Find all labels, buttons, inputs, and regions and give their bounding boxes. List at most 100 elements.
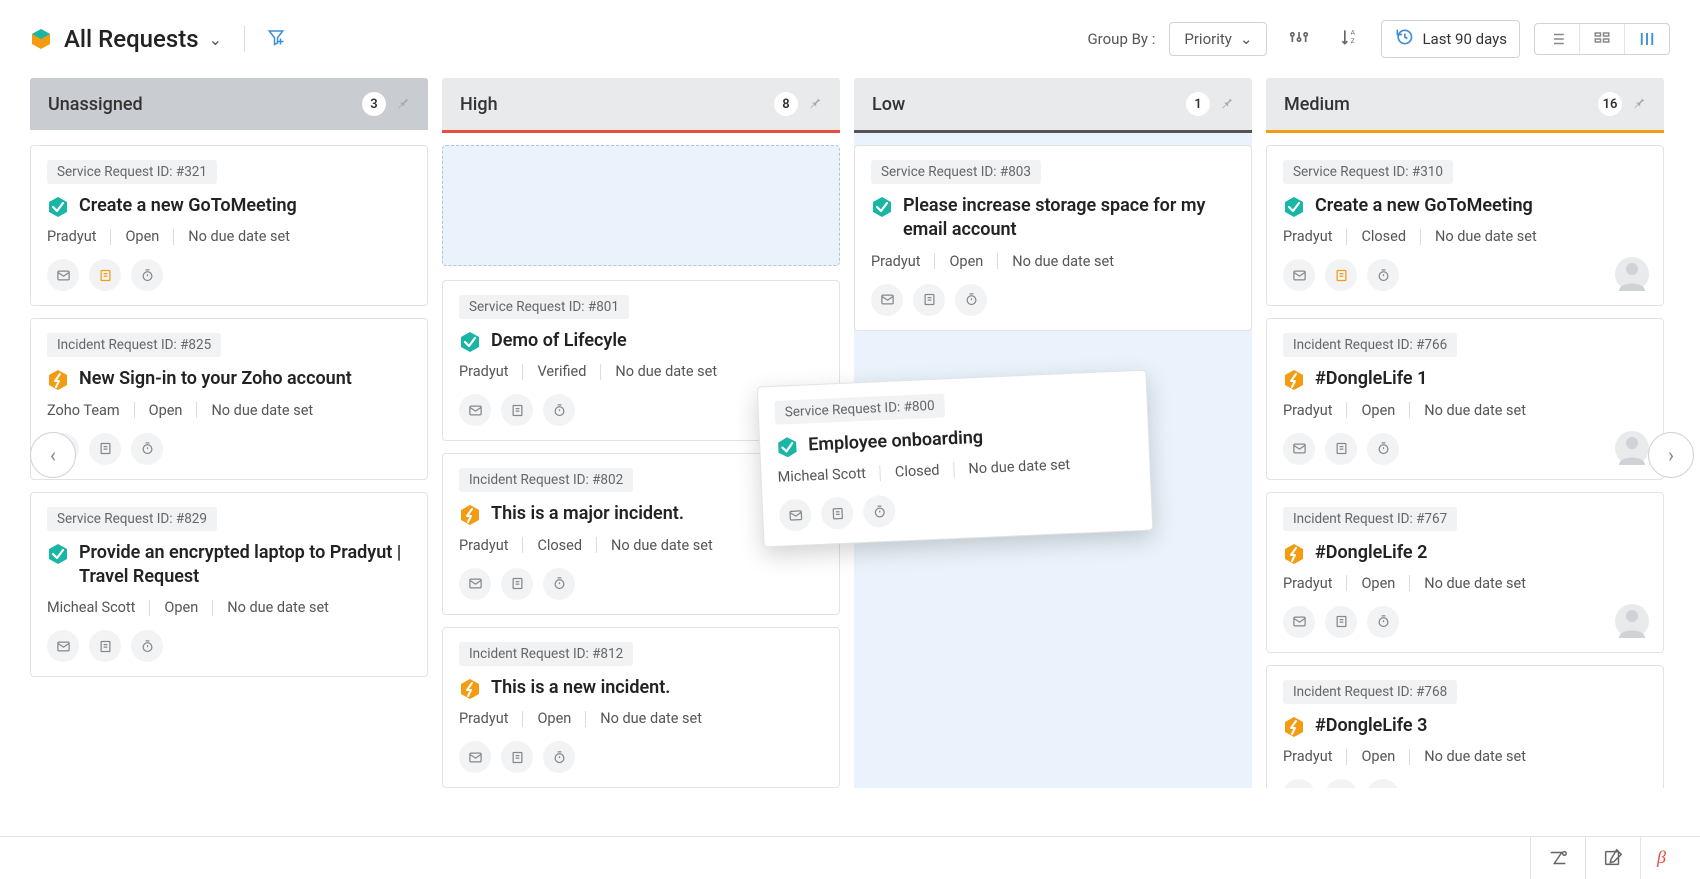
divider (244, 26, 245, 52)
drop-zone[interactable] (442, 145, 840, 266)
request-card[interactable]: Service Request ID: #829 Provide an encry… (30, 492, 428, 678)
scroll-left-button[interactable]: ‹ (30, 432, 76, 478)
card-owner: Pradyut (1283, 575, 1346, 592)
mail-icon[interactable] (47, 630, 79, 662)
mail-icon[interactable] (459, 568, 491, 600)
page-title-dropdown[interactable]: All Requests ⌄ (64, 25, 222, 53)
card-title: Provide an encrypted laptop to Pradyut |… (79, 541, 411, 590)
date-range-button[interactable]: Last 90 days (1381, 20, 1520, 58)
card-title: #DongleLife 1 (1315, 367, 1427, 391)
scroll-right-button[interactable]: › (1648, 432, 1694, 478)
timer-icon[interactable] (1367, 259, 1399, 291)
request-card[interactable]: Service Request ID: #321Create a new GoT… (30, 145, 428, 306)
mail-icon[interactable] (1283, 259, 1315, 291)
card-due: No due date set (597, 537, 727, 554)
card-due: No due date set (1410, 748, 1540, 765)
timer-icon[interactable] (131, 433, 163, 465)
note-icon[interactable] (89, 433, 121, 465)
pin-icon[interactable] (1632, 95, 1646, 113)
note-icon[interactable] (821, 497, 854, 530)
note-icon[interactable] (913, 284, 945, 316)
card-status: Open (523, 710, 585, 727)
column-header[interactable]: Unassigned3 (30, 78, 428, 130)
sort-icon[interactable]: AZ (1331, 21, 1367, 58)
column-header[interactable]: High8 (442, 78, 840, 130)
timer-icon[interactable] (1367, 606, 1399, 638)
settings-filter-icon[interactable] (1281, 21, 1317, 58)
card-status: Verified (523, 363, 600, 380)
request-card[interactable]: Incident Request ID: #768#DongleLife 3Pr… (1266, 665, 1664, 788)
groupby-select[interactable]: Priority ⌄ (1169, 22, 1267, 56)
pin-icon[interactable] (1220, 95, 1234, 113)
card-meta: Micheal Scott Closed No due date set (777, 454, 1133, 487)
chevron-down-icon: ⌄ (1240, 30, 1253, 48)
column-header[interactable]: Low1 (854, 78, 1252, 130)
request-card[interactable]: Service Request ID: #310Create a new GoT… (1266, 145, 1664, 306)
card-owner: Pradyut (1283, 402, 1346, 419)
timer-icon[interactable] (543, 741, 575, 773)
beta-button[interactable]: β (1640, 837, 1682, 879)
service-request-icon (459, 331, 481, 353)
column-body[interactable]: Service Request ID: #310Create a new GoT… (1266, 133, 1664, 788)
pin-icon[interactable] (808, 95, 822, 113)
mail-icon[interactable] (47, 259, 79, 291)
mail-icon[interactable] (459, 741, 491, 773)
timer-icon[interactable] (131, 630, 163, 662)
card-id-badge: Incident Request ID: #768 (1283, 680, 1457, 704)
request-card[interactable]: Incident Request ID: #825 New Sign-in to … (30, 318, 428, 479)
zia-button[interactable] (1530, 837, 1585, 879)
card-meta: PradyutOpenNo due date set (1283, 575, 1647, 592)
request-card[interactable]: Incident Request ID: #812 This is a new i… (442, 627, 840, 788)
note-icon[interactable] (501, 394, 533, 426)
timer-icon[interactable] (863, 495, 896, 528)
list-view-button[interactable] (1535, 24, 1580, 54)
card-title: This is a new incident. (491, 676, 670, 700)
request-card[interactable]: Incident Request ID: #766#DongleLife 1Pr… (1266, 318, 1664, 479)
note-icon[interactable] (1325, 259, 1357, 291)
note-icon[interactable] (1325, 433, 1357, 465)
mail-icon[interactable] (459, 394, 491, 426)
note-icon[interactable] (89, 630, 121, 662)
compose-button[interactable] (1585, 837, 1640, 879)
card-due: No due date set (954, 456, 1084, 479)
mail-icon[interactable] (1283, 606, 1315, 638)
card-due: No due date set (586, 710, 716, 727)
timer-icon[interactable] (1367, 779, 1399, 788)
timer-icon[interactable] (955, 284, 987, 316)
mail-icon[interactable] (779, 499, 812, 532)
view-switcher (1534, 23, 1670, 55)
card-title: New Sign-in to your Zoho account (79, 367, 352, 391)
card-view-button[interactable] (1580, 24, 1625, 54)
filter-icon[interactable] (267, 28, 285, 51)
timer-icon[interactable] (543, 394, 575, 426)
timer-icon[interactable] (1367, 433, 1399, 465)
kanban-column-unassigned: Unassigned3 Service Request ID: #321Creat… (30, 78, 428, 788)
timer-icon[interactable] (131, 259, 163, 291)
note-icon[interactable] (1325, 606, 1357, 638)
card-title: Please increase storage space for my ema… (903, 194, 1235, 243)
card-id-badge: Service Request ID: #829 (47, 507, 217, 531)
mail-icon[interactable] (871, 284, 903, 316)
column-title: High (460, 94, 498, 115)
column-body[interactable]: Service Request ID: #321Create a new GoT… (30, 133, 428, 788)
column-header[interactable]: Medium16 (1266, 78, 1664, 130)
request-card[interactable]: Service Request ID: #803Please increase … (854, 145, 1252, 331)
mail-icon[interactable] (1283, 433, 1315, 465)
svg-text:A: A (1351, 28, 1356, 36)
card-title: #DongleLife 2 (1315, 541, 1427, 565)
request-card[interactable]: Incident Request ID: #767 #DongleLife 2 Pr… (1266, 492, 1664, 653)
logo-icon (30, 28, 52, 50)
note-icon[interactable] (501, 741, 533, 773)
dragging-card[interactable]: Service Request ID: #800 Employee onboar… (757, 370, 1154, 548)
card-id-badge: Incident Request ID: #812 (459, 642, 633, 666)
note-icon[interactable] (1325, 779, 1357, 788)
card-id-badge: Incident Request ID: #767 (1283, 507, 1457, 531)
timer-icon[interactable] (543, 568, 575, 600)
note-icon[interactable] (89, 259, 121, 291)
note-icon[interactable] (501, 568, 533, 600)
card-title: #DongleLife 3 (1315, 714, 1427, 738)
kanban-view-button[interactable] (1625, 24, 1669, 54)
card-id-badge: Incident Request ID: #825 (47, 333, 221, 357)
mail-icon[interactable] (1283, 779, 1315, 788)
pin-icon[interactable] (396, 95, 410, 113)
